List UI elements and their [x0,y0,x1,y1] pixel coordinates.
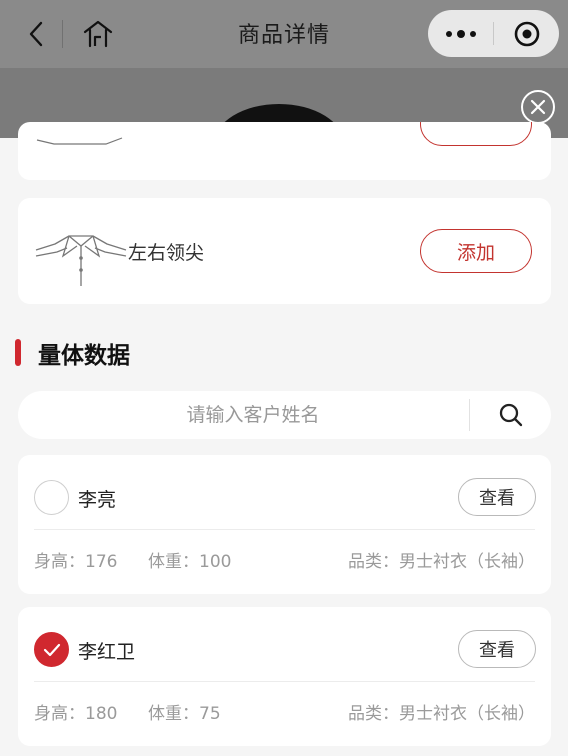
collar-point-icon [35,235,127,286]
checkmark-icon [43,643,60,656]
section-accent-bar [15,339,21,366]
search-divider [469,399,470,431]
customer-select-radio[interactable] [34,632,69,667]
customer-height: 身高：180 [34,704,118,724]
view-button[interactable]: 查看 [458,478,536,516]
customer-search-input[interactable] [38,391,468,439]
customer-height: 身高：176 [34,552,118,572]
customer-select-radio[interactable] [34,480,69,515]
navbar: 商品详情 [0,0,568,68]
target-icon [514,21,539,46]
close-miniprogram-button[interactable] [494,10,559,57]
miniprogram-capsule [428,10,559,57]
add-button[interactable] [420,122,532,146]
customer-name: 李亮 [78,489,117,511]
collar-label: 左右领尖 [128,242,205,264]
more-dot-icon [456,29,465,38]
section-title: 量体数据 [38,343,130,369]
divider [34,529,535,530]
view-button[interactable]: 查看 [458,630,536,668]
collar-option-card [18,122,551,180]
customer-category: 品类：男士衬衣（长袖） [348,704,535,724]
collar-option-card: 左右领尖 添加 [18,198,551,304]
divider [34,681,535,682]
more-dot-icon [445,30,452,37]
search-button[interactable] [490,398,532,432]
customer-card: 李红卫 查看 身高：180 体重：75 品类：男士衬衣（长袖） [18,607,551,746]
customer-category: 品类：男士衬衣（长袖） [348,552,535,572]
customer-card: 李亮 查看 身高：176 体重：100 品类：男士衬衣（长袖） [18,455,551,594]
add-button[interactable]: 添加 [420,229,532,273]
close-icon [530,99,546,115]
search-icon [499,403,523,427]
collar-icon [36,137,123,145]
more-button[interactable] [428,10,493,57]
more-dot-icon [469,30,476,37]
customer-weight: 体重：75 [148,704,221,724]
customer-name: 李红卫 [78,641,136,663]
search-bar [18,391,551,439]
customer-weight: 体重：100 [148,552,232,572]
banner-close-button[interactable] [521,90,555,124]
